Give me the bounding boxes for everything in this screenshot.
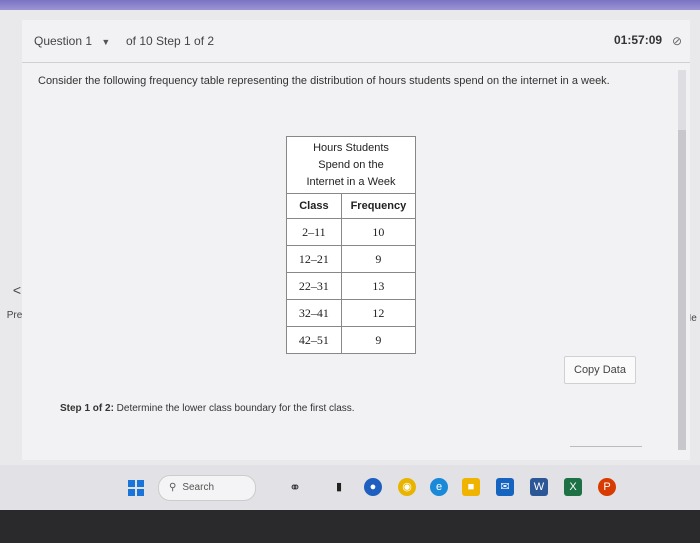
hide-timer-icon[interactable]: ⊘ <box>672 34 682 48</box>
table-row: 42–51 9 <box>286 326 417 354</box>
column-header-frequency: Frequency <box>340 193 417 219</box>
table-row: 2–11 10 <box>286 218 417 246</box>
excel-icon[interactable]: X <box>564 478 582 496</box>
frequency-cell: 9 <box>340 326 417 354</box>
timer: 01:57:09 <box>614 33 663 47</box>
search-label: Search <box>182 482 215 493</box>
question-progress: of 10 Step 1 of 2 <box>126 34 215 48</box>
screen-bezel <box>0 510 700 543</box>
edge-icon[interactable]: e <box>430 478 448 496</box>
file-explorer-icon[interactable]: ■ <box>462 478 480 496</box>
table-row: 12–21 9 <box>286 245 417 273</box>
question-selector-label: Question 1 <box>34 34 93 48</box>
browser-top-strip <box>0 0 700 10</box>
bike-icon[interactable]: ⚭ <box>286 478 304 496</box>
question-card: Question 1 ▼ of 10 Step 1 of 2 01:57:09 … <box>22 20 690 460</box>
taskbar-search[interactable]: ⚲ Search <box>158 475 256 501</box>
answer-input[interactable] <box>570 446 642 461</box>
mail-icon[interactable]: ✉ <box>496 478 514 496</box>
caption-line-3: Internet in a Week <box>306 175 396 188</box>
frequency-cell: 13 <box>340 272 417 300</box>
class-cell: 12–21 <box>286 245 342 273</box>
question-selector[interactable]: Question 1 ▼ <box>34 34 110 48</box>
frequency-cell: 9 <box>340 245 417 273</box>
scrollbar-thumb[interactable] <box>678 130 686 450</box>
frequency-table: Hours Students Spend on the Internet in … <box>286 136 417 354</box>
step-text: Determine the lower class boundary for t… <box>113 403 355 414</box>
powerpoint-icon[interactable]: P <box>598 478 616 496</box>
caption-line-2: Spend on the <box>318 158 384 171</box>
app-icon[interactable]: ▮ <box>330 478 348 496</box>
table-row: 32–41 12 <box>286 299 417 327</box>
frequency-cell: 10 <box>340 218 417 246</box>
class-cell: 22–31 <box>286 272 342 300</box>
step-instruction: Step 1 of 2: Determine the lower class b… <box>60 403 355 414</box>
chrome-icon[interactable]: ◉ <box>398 478 416 496</box>
word-icon[interactable]: W <box>530 478 548 496</box>
class-cell: 32–41 <box>286 299 342 327</box>
copy-data-button[interactable]: Copy Data <box>564 356 636 384</box>
table-row: 22–31 13 <box>286 272 417 300</box>
table-caption: Hours Students Spend on the Internet in … <box>286 136 416 194</box>
step-label: Step 1 of 2: <box>60 403 114 414</box>
caption-line-1: Hours Students <box>313 141 389 154</box>
search-icon: ⚲ <box>169 482 177 493</box>
question-prompt: Consider the following frequency table r… <box>38 75 610 87</box>
frequency-cell: 12 <box>340 299 417 327</box>
chevron-down-icon: ▼ <box>101 37 111 47</box>
class-cell: 42–51 <box>286 326 342 354</box>
taskbar: ⚲ Search ⚭ ▮ ● ◉ e ■ ✉ W X P <box>0 465 700 510</box>
chat-icon[interactable]: ● <box>364 478 382 496</box>
column-header-class: Class <box>286 193 342 219</box>
class-cell: 2–11 <box>286 218 342 246</box>
question-header: Question 1 ▼ of 10 Step 1 of 2 01:57:09 … <box>22 20 690 63</box>
app-window: < Prev Ne Question 1 ▼ of 10 Step 1 of 2… <box>0 10 700 465</box>
windows-start-icon[interactable] <box>128 480 144 496</box>
